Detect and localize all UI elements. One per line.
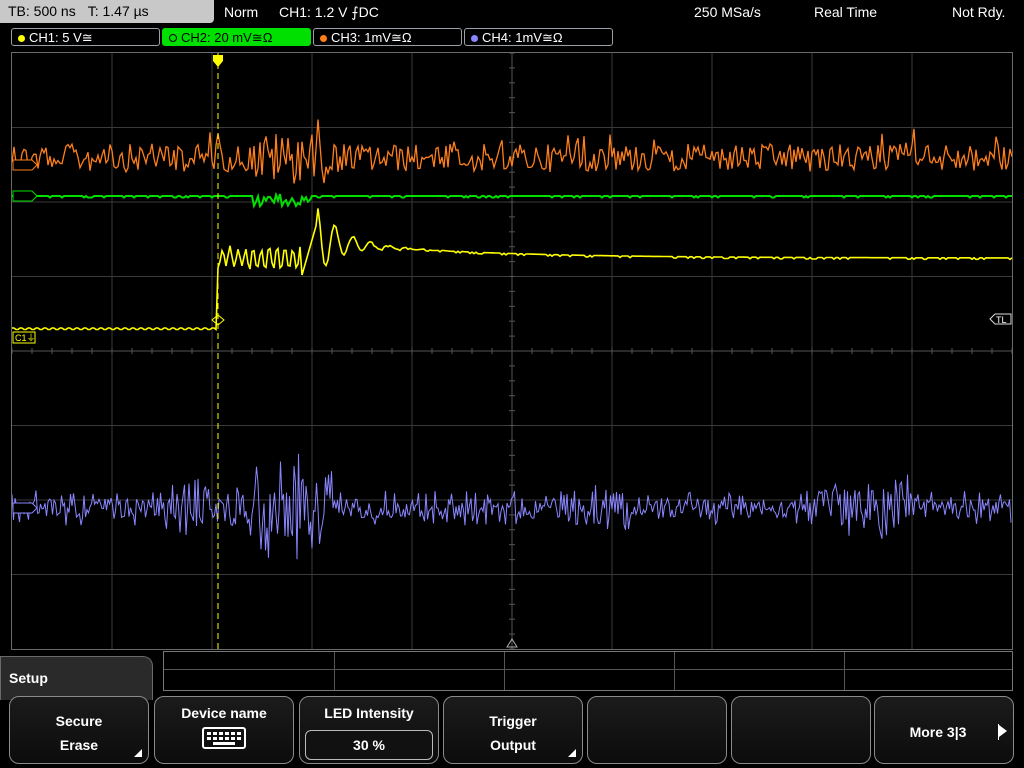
channel-tab-label: CH3: 1mV≅Ω <box>331 30 412 45</box>
trigger-position-icon <box>213 55 223 67</box>
table-divider <box>504 652 505 690</box>
trigger-output-softkey[interactable]: Trigger Output <box>443 696 583 764</box>
trigger-mode[interactable]: Norm <box>224 0 258 24</box>
channel-tab-ch2[interactable]: CH2: 20 mV≅Ω <box>162 28 311 46</box>
led-intensity-softkey[interactable]: LED Intensity 30 % <box>299 696 439 764</box>
table-divider <box>844 652 845 690</box>
channel-tab-ch1[interactable]: CH1: 5 V≅ <box>11 28 160 46</box>
trigger-time-label: T: 1.47 µs <box>87 3 149 19</box>
ch2-offset-marker <box>12 190 38 202</box>
more-softkey[interactable]: More 3|3 <box>874 696 1014 764</box>
led-intensity-value: 30 % <box>305 730 433 760</box>
ch3-color-dot <box>320 35 327 42</box>
device-name-softkey[interactable]: Device name <box>154 696 294 764</box>
channel-tab-label: CH1: 5 V≅ <box>29 30 93 45</box>
next-page-icon <box>999 725 1007 737</box>
table-divider <box>674 652 675 690</box>
acquisition-mode: Real Time <box>814 4 878 20</box>
timebase-label: TB: 500 ns <box>8 3 76 19</box>
ch4-color-dot <box>471 35 478 42</box>
ch2-color-dot <box>169 34 177 42</box>
sample-rate: 250 MSa/s <box>694 4 761 20</box>
ch4-offset-marker <box>12 502 38 514</box>
waveform-display[interactable]: C1⏚ TL <box>11 52 1013 650</box>
ch1-color-dot <box>18 35 25 42</box>
softkey-line1: Secure <box>55 713 103 729</box>
keyboard-icon <box>202 727 246 749</box>
menu-title: Setup <box>0 656 153 700</box>
table-row-divider <box>164 669 1012 670</box>
timebase-box[interactable]: TB: 500 ns T: 1.47 µs <box>0 0 214 23</box>
softkey-line2: Output <box>490 737 536 753</box>
menu-title-label: Setup <box>9 670 48 686</box>
softkey-label: Device name <box>181 705 267 721</box>
secure-erase-softkey[interactable]: Secure Erase <box>9 696 149 764</box>
channel-tab-label: CH2: 20 mV≅Ω <box>181 30 273 45</box>
trigger-level-marker: TL <box>996 315 1007 325</box>
softkey-line2: Erase <box>59 737 99 753</box>
info-table <box>163 651 1013 691</box>
waveform-canvas: C1⏚ TL <box>12 53 1012 649</box>
ch3-offset-marker <box>12 159 38 171</box>
table-divider <box>334 652 335 690</box>
empty-softkey-6[interactable] <box>731 696 871 764</box>
channel-tab-ch3[interactable]: CH3: 1mV≅Ω <box>313 28 462 46</box>
page-bar-icon <box>998 724 999 740</box>
channel-tab-label: CH4: 1mV≅Ω <box>482 30 563 45</box>
empty-softkey-5[interactable] <box>587 696 727 764</box>
softkey-line1: Trigger <box>489 713 537 729</box>
softkey-label: More 3|3 <box>909 724 967 740</box>
channel-tab-ch4[interactable]: CH4: 1mV≅Ω <box>464 28 613 46</box>
ch1-ground-marker: C1⏚ <box>15 333 36 343</box>
status-bar: TB: 500 ns T: 1.47 µs Norm CH1: 1.2 V ⨍DC… <box>0 0 1024 24</box>
trigger-setting[interactable]: CH1: 1.2 V ⨍DC <box>279 0 379 24</box>
softkey-label: LED Intensity <box>324 705 414 721</box>
submenu-indicator-icon <box>568 749 576 757</box>
submenu-indicator-icon <box>134 749 142 757</box>
trigger-state: Not Rdy. <box>952 4 1006 20</box>
graticule <box>12 53 1012 649</box>
